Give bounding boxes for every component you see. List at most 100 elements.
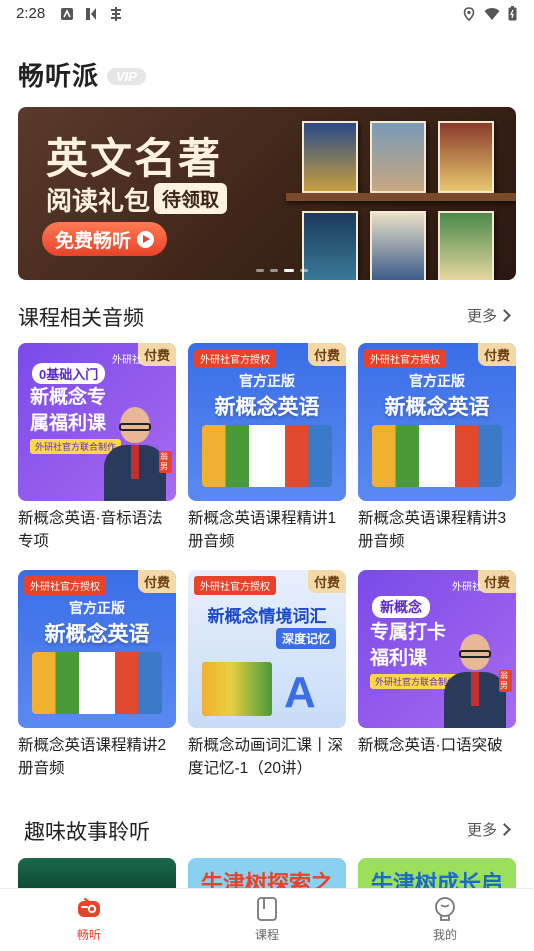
banner-book-alice-wonderland: [438, 211, 494, 280]
course-card-title: 新概念英语课程精讲3册音频: [358, 510, 507, 550]
pagination-dot: [270, 269, 278, 272]
banner-subtitle: 阅读礼包: [46, 186, 151, 216]
course-card-title: 新概念英语课程精讲2册音频: [18, 737, 167, 777]
listen-icon: [78, 898, 100, 917]
banner-book-ali-baba: [302, 121, 358, 193]
course-thumbnail: 付费 外研社 新概念 专属打卡福利课 外研社官方联合制作 翁男: [358, 570, 516, 728]
thumb-tag: 官方正版: [409, 373, 465, 389]
teacher-badge: 翁男: [499, 670, 512, 692]
banner-tag: 待领取: [154, 183, 228, 214]
paid-badge: 付费: [307, 343, 346, 366]
course-card[interactable]: 外研社官方授权 付费 新概念情境词汇 深度记忆 A 新概念动画词汇课丨深度记忆-…: [188, 570, 346, 780]
thumb-title: 新概念英语: [44, 623, 150, 646]
paid-badge: 付费: [477, 343, 516, 366]
publisher-logo: 外研社: [112, 355, 142, 366]
course-icon: [257, 897, 277, 921]
course-card-title: 新概念动画词汇课丨深度记忆-1（20讲）: [188, 737, 344, 777]
story-card-title: 牛津树探索之: [200, 871, 333, 890]
paid-badge: 付费: [307, 570, 346, 593]
page-header: 畅听派 VIP: [18, 56, 146, 92]
thumb-subtitle: 深度记忆: [276, 628, 337, 649]
story-card[interactable]: [18, 858, 176, 890]
course-thumbnail: 外研社官方授权 付费 官方正版 新概念英语: [188, 343, 346, 501]
status-time: 2:28: [16, 5, 46, 22]
banner-book-peter-pan: [438, 121, 494, 193]
more-course-audio-link[interactable]: 更多: [467, 305, 511, 326]
thumb-tag: 0基础入门: [32, 363, 106, 384]
book-set-image: [32, 652, 162, 714]
banner-title: 英文名著: [46, 135, 223, 182]
free-listen-button[interactable]: 免费畅听: [42, 222, 167, 256]
teacher-badge: 翁男: [159, 451, 172, 473]
banner-book-merchant-of-venice: [370, 121, 426, 193]
course-thumbnail: 付费 外研社 0基础入门 新概念专属福利课 外研社官方联合制作 翁男: [18, 343, 176, 501]
wifi-icon: [484, 8, 500, 20]
app-badge-icon: [111, 7, 121, 21]
location-icon: [463, 7, 475, 21]
nav-tab-course[interactable]: 课程: [178, 889, 356, 951]
nav-tab-listen[interactable]: 畅听: [0, 889, 178, 951]
course-card[interactable]: 付费 外研社 0基础入门 新概念专属福利课 外研社官方联合制作 翁男 新概念英语…: [18, 343, 176, 553]
nav-tab-profile[interactable]: 我的: [356, 889, 534, 951]
page-title: 畅听派: [18, 60, 100, 91]
story-card[interactable]: 牛津树探索之: [188, 858, 346, 890]
publisher-badge: 外研社官方授权: [24, 576, 106, 595]
status-bar: 2:28: [0, 0, 534, 28]
course-thumbnail: 外研社官方授权 付费 新概念情境词汇 深度记忆 A: [188, 570, 346, 728]
course-card-title: 新概念英语·音标语法专项: [18, 510, 163, 550]
course-thumbnail: 外研社官方授权 付费 官方正版 新概念英语: [18, 570, 176, 728]
play-icon: [137, 230, 154, 248]
banner-book-twenty-thousand-leagues: [302, 211, 358, 280]
course-card-title: 新概念英语·口语突破: [358, 737, 503, 754]
nav-label: 畅听: [76, 928, 101, 942]
section-title-stories: 趣味故事聆听: [24, 821, 150, 844]
more-label: 更多: [467, 308, 498, 325]
course-card[interactable]: 外研社官方授权 付费 官方正版 新概念英语 新概念英语课程精讲2册音频: [18, 570, 176, 780]
more-label: 更多: [467, 822, 498, 839]
banner-pagination: [256, 269, 308, 272]
thumb-title: 新概念情境词汇: [207, 607, 327, 626]
thumb-title: 新概念英语: [384, 396, 490, 419]
pagination-dot-active: [284, 269, 294, 272]
book-set-image: [202, 662, 272, 716]
free-listen-label: 免费畅听: [54, 230, 131, 252]
chevron-right-icon: [498, 309, 511, 322]
book-set-image: [202, 425, 332, 487]
thumb-tag: 官方正版: [69, 600, 125, 616]
profile-icon: [435, 897, 455, 921]
thumb-tag: 新概念: [372, 596, 430, 618]
vip-badge: VIP: [107, 67, 146, 85]
thumb-title: 新概念英语: [214, 396, 320, 419]
notification-icon: [61, 8, 73, 20]
battery-icon: [508, 6, 517, 21]
app-notification-icon: [86, 8, 96, 20]
course-card-title: 新概念英语课程精讲1册音频: [188, 510, 337, 550]
banner-shelf-top: [286, 193, 516, 201]
publisher-logo: 外研社: [452, 582, 482, 593]
section-title-course-audio: 课程相关音频: [18, 307, 144, 330]
promo-banner[interactable]: 英文名著 阅读礼包 待领取 免费畅听: [18, 107, 516, 280]
pagination-dot: [256, 269, 264, 272]
course-card[interactable]: 外研社官方授权 付费 官方正版 新概念英语 新概念英语课程精讲1册音频: [188, 343, 346, 553]
paid-badge: 付费: [137, 570, 176, 593]
nav-label: 我的: [432, 928, 457, 942]
course-thumbnail: 外研社官方授权 付费 官方正版 新概念英语: [358, 343, 516, 501]
publisher-badge: 外研社官方授权: [194, 576, 276, 595]
paid-badge: 付费: [477, 570, 516, 593]
story-card[interactable]: 牛津树成长启: [358, 858, 516, 890]
letter-a-graphic: A: [284, 668, 316, 717]
paid-badge: 付费: [137, 343, 176, 366]
story-card-title: 牛津树成长启: [370, 871, 503, 890]
thumb-tag: 官方正版: [239, 373, 295, 389]
publisher-badge: 外研社官方授权: [364, 349, 446, 368]
publisher-badge: 外研社官方授权: [194, 349, 276, 368]
course-card[interactable]: 付费 外研社 新概念 专属打卡福利课 外研社官方联合制作 翁男 新概念英语·口语…: [358, 570, 516, 757]
bottom-nav: 畅听 课程 我的: [0, 888, 534, 951]
nav-label: 课程: [254, 928, 279, 942]
chevron-right-icon: [498, 823, 511, 836]
course-card[interactable]: 外研社官方授权 付费 官方正版 新概念英语 新概念英语课程精讲3册音频: [358, 343, 516, 553]
pagination-dot: [300, 269, 308, 272]
banner-book-benjamin-button: [370, 211, 426, 280]
more-stories-link[interactable]: 更多: [467, 819, 511, 840]
book-set-image: [372, 425, 502, 487]
